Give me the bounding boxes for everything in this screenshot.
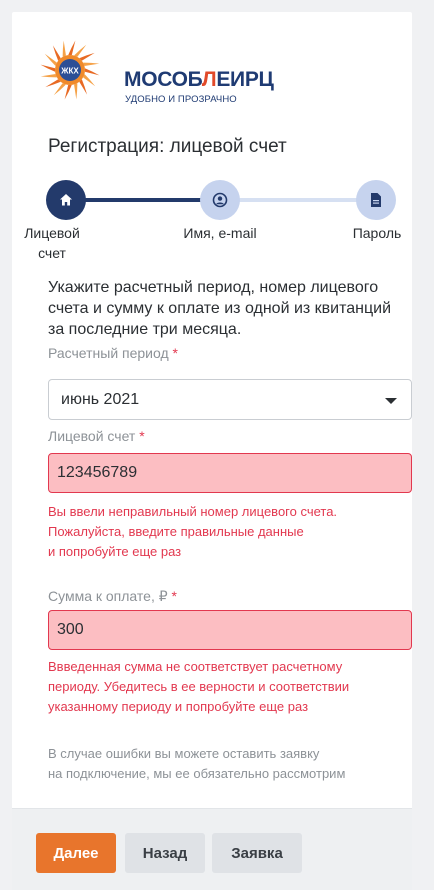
account-label: Лицевой счет * (48, 428, 145, 444)
account-value: 123456789 (57, 464, 138, 481)
request-button[interactable]: Заявка (212, 833, 302, 873)
next-button[interactable]: Далее (36, 833, 116, 873)
registration-stepper: Лицевой счет Имя, e-mail Пароль (12, 177, 412, 267)
home-icon (60, 194, 72, 206)
brand-tagline: УДОБНО И ПРОЗРАЧНО (125, 94, 237, 105)
form-footer: Далее Назад Заявка (12, 808, 412, 890)
step-2-circle[interactable] (200, 180, 240, 220)
emblem-label: ЖКХ (60, 67, 79, 76)
amount-input[interactable]: 300 (48, 610, 412, 650)
step-1-circle[interactable] (46, 180, 86, 220)
account-input[interactable]: 123456789 (48, 453, 412, 493)
step-1-label: Лицевой счет (24, 225, 80, 261)
account-error: Вы ввели неправильный номер лицевого сче… (48, 504, 338, 559)
hint-text: В случае ошибки вы можете оставить заявк… (48, 746, 346, 781)
brand-logo: ЖКХ МОСОБЛЕИРЦ УДОБНО И ПРОЗРАЧНО (34, 34, 304, 105)
page-title: Регистрация: лицевой счет (48, 136, 287, 157)
back-button[interactable]: Назад (125, 833, 205, 873)
step-3-circle[interactable] (356, 180, 396, 220)
step-3-label: Пароль (352, 225, 402, 241)
amount-value: 300 (57, 621, 84, 638)
brand-name: МОСОБЛЕИРЦ (124, 68, 274, 91)
document-icon (371, 193, 381, 207)
user-icon (212, 192, 228, 208)
instructions-text: Укажите расчетный период, номер лицевого… (48, 279, 392, 338)
period-select[interactable]: июнь 2021 (48, 379, 412, 420)
caret-down-icon (385, 398, 397, 404)
step-2-label: Имя, e-mail (183, 225, 257, 241)
registration-card: ЖКХ МОСОБЛЕИРЦ УДОБНО И ПРОЗРАЧНО Регист… (12, 12, 412, 890)
sun-emblem-icon: ЖКХ (40, 40, 100, 100)
amount-label: Сумма к оплате, ₽ * (48, 588, 177, 604)
amount-error: Ввведенная сумма не соответствует расчет… (48, 659, 350, 714)
period-label: Расчетный период * (48, 345, 178, 361)
period-value: июнь 2021 (61, 391, 140, 408)
